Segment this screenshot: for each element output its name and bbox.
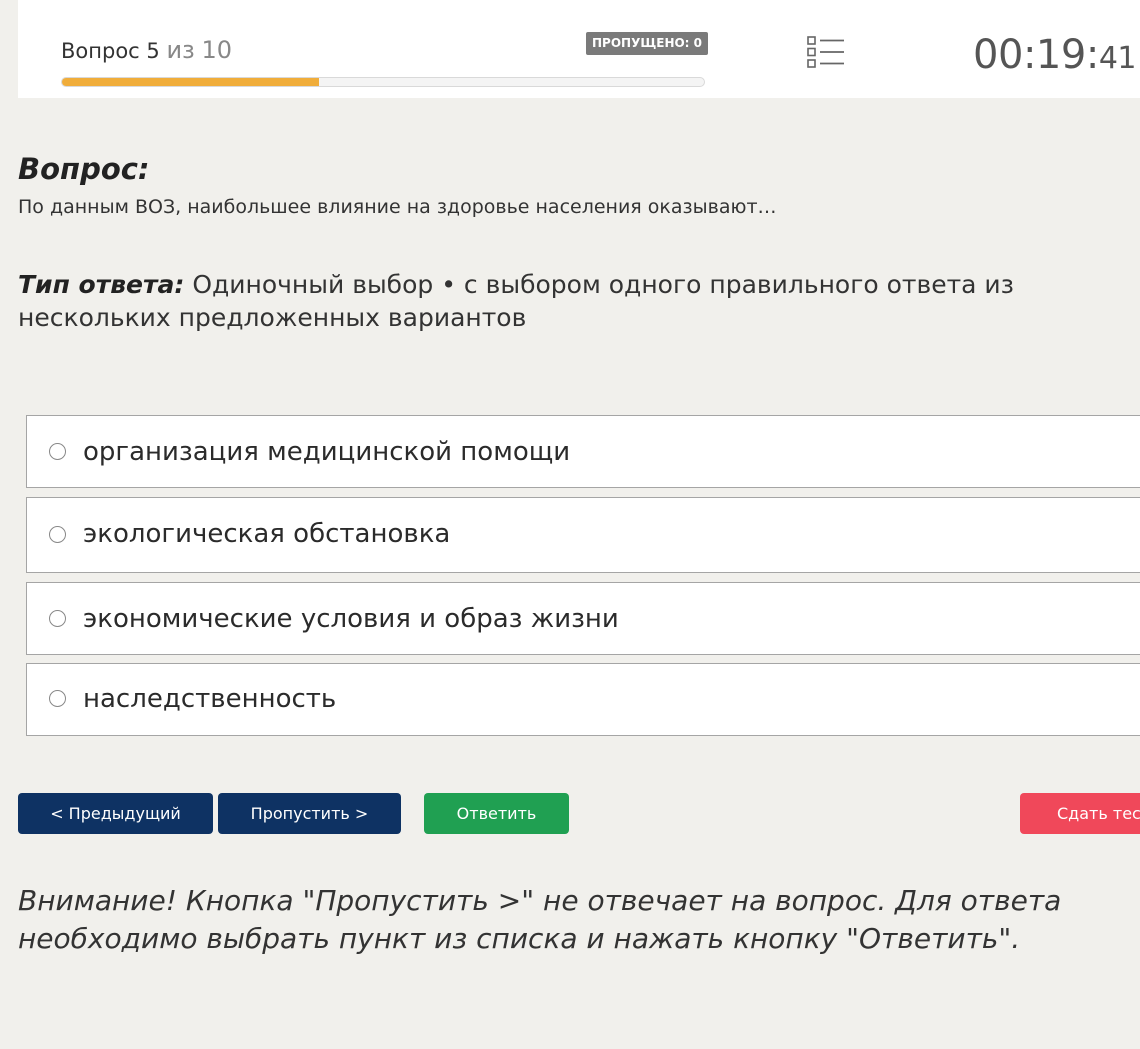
timer-main: 00:19: [973, 32, 1086, 78]
question-counter-total: 10: [201, 36, 233, 64]
radio-button[interactable]: [49, 690, 66, 707]
answer-option[interactable]: экологическая обстановка: [26, 497, 1140, 573]
warning-note: Внимание! Кнопка "Пропустить >" не отвеч…: [18, 884, 1062, 955]
previous-button[interactable]: < Предыдущий: [18, 793, 213, 834]
progress-bar: [61, 77, 705, 87]
answer-option[interactable]: экономические условия и образ жизни: [26, 582, 1140, 655]
radio-button[interactable]: [49, 526, 66, 543]
radio-button[interactable]: [49, 610, 66, 627]
question-text: По данным ВОЗ, наибольшее влияние на здо…: [18, 196, 777, 218]
answer-option-label: экономические условия и образ жизни: [83, 604, 619, 634]
question-heading: Вопрос:: [18, 152, 150, 186]
skip-button[interactable]: Пропустить >: [218, 793, 401, 834]
progress-bar-fill: [62, 78, 319, 86]
answer-option[interactable]: наследственность: [26, 663, 1140, 736]
question-list-icon[interactable]: [806, 34, 846, 70]
answer-option-label: организация медицинской помощи: [83, 437, 571, 467]
submit-test-button[interactable]: Сдать тест: [1020, 793, 1140, 834]
question-counter: Вопрос 5 из 10: [61, 36, 232, 64]
answer-button[interactable]: Ответить: [424, 793, 569, 834]
skipped-count-badge: ПРОПУЩЕНО: 0: [586, 32, 709, 55]
timer-separator: :: [1085, 32, 1099, 78]
question-counter-current: Вопрос 5: [61, 39, 160, 63]
quiz-header: Вопрос 5 из 10 ПРОПУЩЕНО: 0 00:19:41: [18, 0, 1140, 98]
timer-seconds: 41: [1098, 41, 1137, 76]
answer-option-label: экологическая обстановка: [83, 519, 451, 549]
question-counter-of: из: [166, 36, 195, 64]
answer-type-label: Тип ответа:: [18, 270, 185, 299]
answer-option[interactable]: организация медицинской помощи: [26, 415, 1140, 488]
answer-type: Тип ответа: Одиночный выбор • с выбором …: [18, 268, 1134, 334]
answer-option-label: наследственность: [83, 684, 337, 714]
answer-options: организация медицинской помощи экологиче…: [26, 415, 1140, 736]
radio-button[interactable]: [49, 443, 66, 460]
countdown-timer: 00:19:41: [973, 32, 1136, 78]
